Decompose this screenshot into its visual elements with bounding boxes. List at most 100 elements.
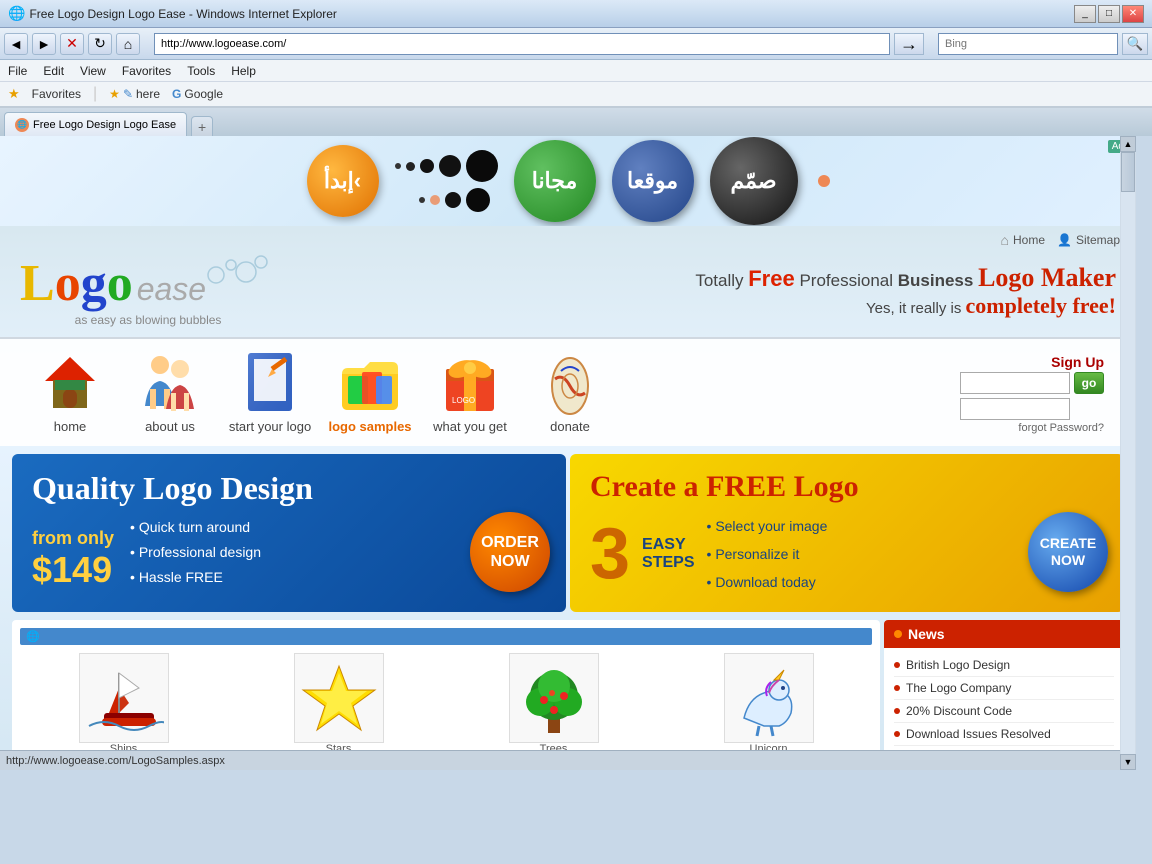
nav-item-start[interactable]: start your logo [220,347,320,438]
unicorn-image [724,653,814,743]
scroll-thumb[interactable] [1121,152,1135,192]
promo-quality-logo: Quality Logo Design from only $149 • Qui… [12,454,566,612]
maximize-button[interactable]: □ [1098,5,1120,23]
minimize-button[interactable]: _ [1074,5,1096,23]
home-link[interactable]: ⌂ Home [1001,232,1045,248]
bottom-row: 🌐 [12,620,1124,770]
close-button[interactable]: ✕ [1122,5,1144,23]
menu-tools[interactable]: Tools [187,64,215,78]
news-item-3[interactable]: Download Issues Resolved [894,723,1114,746]
home-button[interactable]: ⌂ [116,33,140,55]
gift-svg: LOGO [440,351,500,416]
people-svg [140,351,200,416]
menu-file[interactable]: File [8,64,27,78]
ad-site-circle[interactable]: موقعا [612,140,694,222]
menu-favorites[interactable]: Favorites [122,64,171,78]
menu-bar: File Edit View Favorites Tools Help [0,60,1152,82]
main-nav-bar: home [0,337,1136,446]
home-icon: ⌂ [1001,232,1009,248]
tab-bar: 🌐 Free Logo Design Logo Ease + [0,108,1152,136]
news-bullet-icon [894,685,900,691]
logo-tagline: as easy as blowing bubbles [20,313,276,327]
ad-free-circle[interactable]: مجانا [514,140,596,222]
news-item-2[interactable]: 20% Discount Code [894,700,1114,723]
refresh-button[interactable]: ↻ [88,33,112,55]
house-svg [41,353,99,413]
window-title: Free Logo Design Logo Ease - Windows Int… [29,7,1074,21]
ship-svg [84,658,164,738]
ad-design-circle[interactable]: صمّم [710,137,798,225]
signup-area: Sign Up go forgot Password? [948,350,1116,438]
samples-area: 🌐 [12,620,880,770]
nav-item-donate[interactable]: donate [520,347,620,438]
back-button[interactable]: ◄ [4,33,28,55]
browser-icon: 🌐 [8,5,25,22]
favorites-link[interactable]: Favorites [32,87,81,101]
steps-labels: EASY STEPS [642,536,694,572]
header-area: L o g o ease as easy as blowing bubbles [0,254,1136,337]
top-links: ⌂ Home 👤 Sitemap [0,226,1136,254]
nav-label-donate: donate [550,419,590,434]
window-controls: _ □ ✕ [1074,5,1144,23]
scroll-up-button[interactable]: ▲ [1120,136,1136,152]
header-professional: Professional [799,271,893,290]
address-input[interactable] [154,33,890,55]
menu-view[interactable]: View [80,64,106,78]
browser-tab-main[interactable]: 🌐 Free Logo Design Logo Ease [4,112,187,136]
go-button[interactable]: → [894,33,924,55]
ships-image [79,653,169,743]
nav-item-about[interactable]: about us [120,347,220,438]
scrollbar: ▲ ▼ [1120,136,1136,770]
folder-svg [340,354,400,412]
ad-dot-group [395,150,498,212]
header-business: Business [898,271,974,290]
promo-free-word: FREE [706,470,786,503]
sitemap-icon: 👤 [1057,233,1072,247]
ad-start-circle[interactable]: إبدأ‹ [307,145,379,217]
search-input[interactable] [938,33,1118,55]
promo-free-logo: Create a FREE Logo 3 EASY STEPS • Select… [570,454,1124,612]
news-bullet-icon [894,662,900,668]
tab-label: Free Logo Design Logo Ease [33,119,176,131]
news-item-0[interactable]: British Logo Design [894,654,1114,677]
new-tab-button[interactable]: + [191,116,213,136]
create-now-button[interactable]: CREATE NOW [1028,512,1108,592]
signup-go-button[interactable]: go [1074,372,1104,394]
favorites-here[interactable]: ★ ✎ here [109,87,160,101]
forgot-password-link[interactable]: forgot Password? [960,422,1104,434]
nav-item-home[interactable]: home [20,347,120,438]
scroll-down-button[interactable]: ▼ [1120,754,1136,770]
menu-edit[interactable]: Edit [43,64,64,78]
sample-trees[interactable]: Trees [509,653,599,755]
favorites-bar: ★ Favorites | ★ ✎ here G Google [0,82,1152,108]
ad-banner[interactable]: Ad إبدأ‹ [0,136,1136,226]
logo-area: L o g o ease as easy as blowing bubbles [20,254,276,327]
nav-item-samples[interactable]: logo samples [320,347,420,438]
ad-circles: إبدأ‹ مجانا [307,137,830,225]
sitemap-link[interactable]: 👤 Sitemap [1057,233,1120,247]
promo-from-only: from only [32,528,114,549]
browser-content: Ad إبدأ‹ [0,136,1136,770]
news-item-1[interactable]: The Logo Company [894,677,1114,700]
promo-right-title: Create a FREE Logo [590,470,1104,504]
menu-help[interactable]: Help [231,64,256,78]
sample-ships[interactable]: Ships [79,653,169,755]
forward-button[interactable]: ► [32,33,56,55]
search-button[interactable]: 🔍 [1122,33,1148,55]
gift-icon: LOGO [438,351,502,415]
order-now-button[interactable]: ORDER NOW [470,512,550,592]
signup-password-row [960,396,1104,422]
signup-username-input[interactable] [960,372,1070,394]
sample-unicorn[interactable]: Unicorn [724,653,814,755]
stop-button[interactable]: ✕ [60,33,84,55]
signup-password-input[interactable] [960,398,1070,420]
header-right: Totally Free Professional Business Logo … [695,263,1116,319]
stars-image [294,653,384,743]
sample-stars[interactable]: Stars [294,653,384,755]
news-area: News British Logo Design The Logo Compan… [884,620,1124,770]
favorites-google[interactable]: G Google [172,87,223,101]
nav-item-what[interactable]: LOGO what you get [420,347,520,438]
news-dot-icon [894,630,902,638]
svg-text:LOGO: LOGO [452,396,475,405]
nav-label-what: what you get [433,419,507,434]
